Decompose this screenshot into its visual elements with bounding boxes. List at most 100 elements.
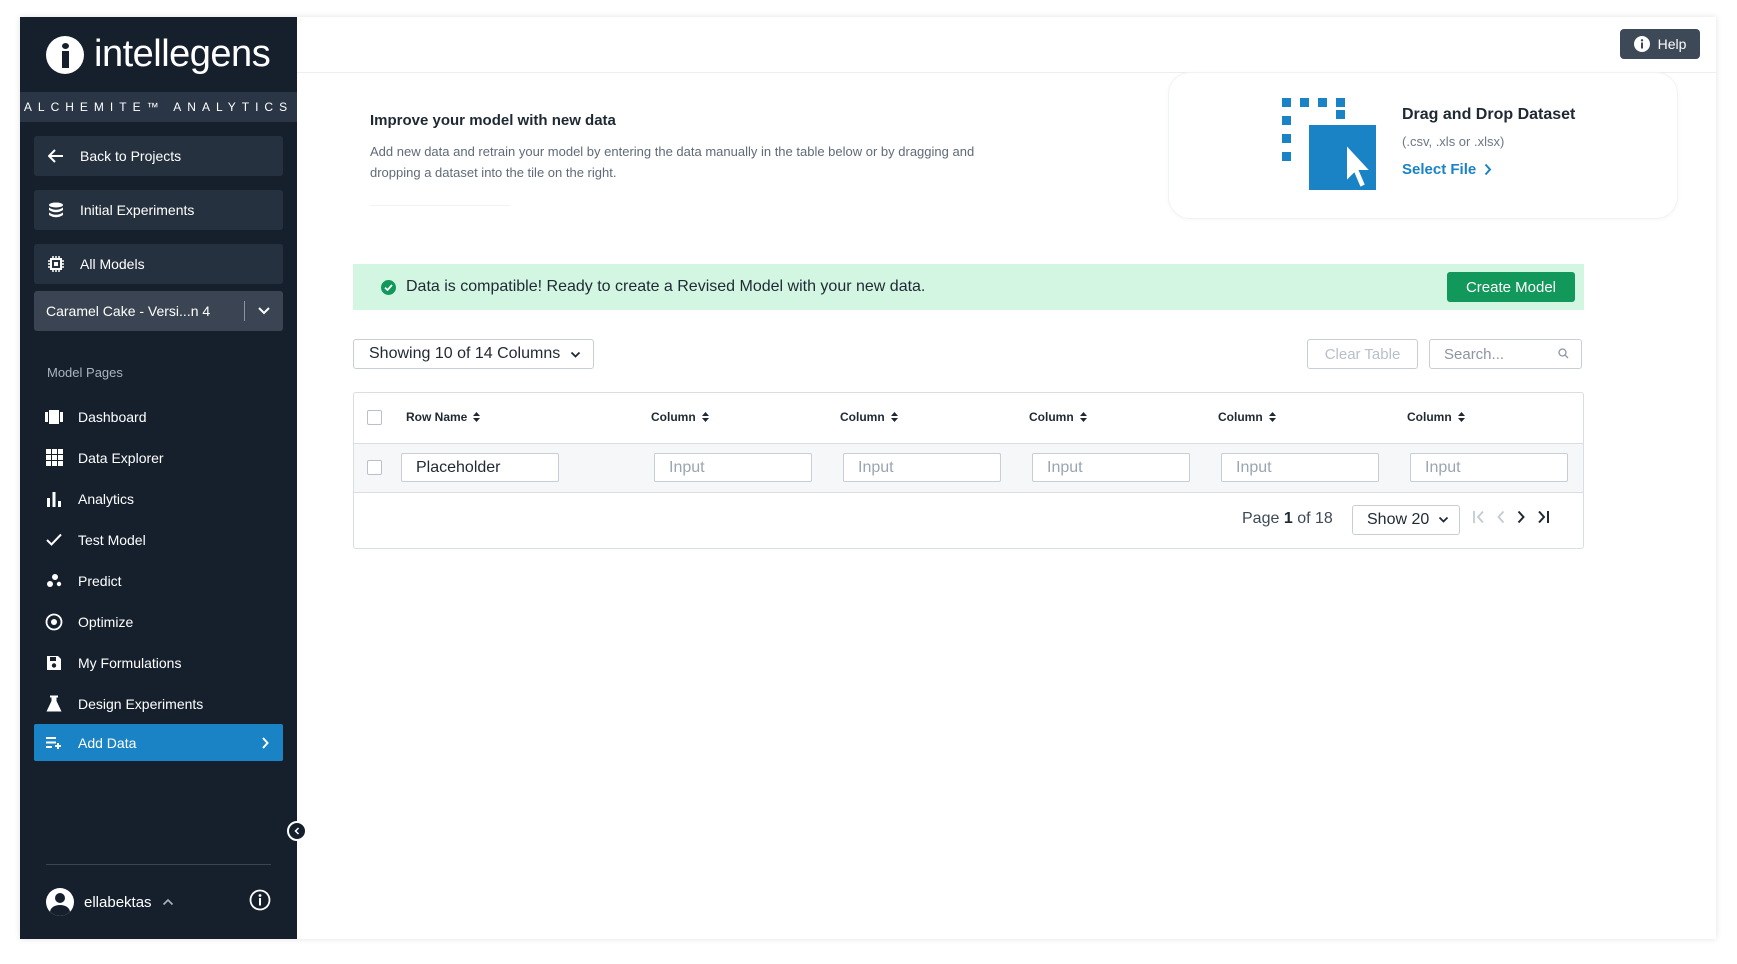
drop-tile-formats: (.csv, .xls or .xlsx)	[1402, 134, 1505, 149]
initial-experiments-button[interactable]: Initial Experiments	[34, 190, 283, 230]
target-icon	[44, 612, 64, 632]
current-page: 1	[1283, 510, 1293, 527]
drag-drop-icon	[1282, 96, 1377, 196]
column-header[interactable]: Column	[651, 410, 709, 424]
table-header: Row Name Column Column Column Column Col…	[354, 393, 1583, 444]
logo: intellegens	[20, 17, 297, 92]
sidebar-item-data-explorer[interactable]: Data Explorer	[20, 437, 297, 478]
cell-input[interactable]: Input	[843, 453, 1001, 482]
bar-chart-icon	[44, 489, 64, 509]
column-header-label: Column	[1029, 410, 1074, 424]
app-window: intellegens ALCHEMITE™ ANALYTICS Back to…	[20, 17, 1716, 939]
pager-controls	[1472, 510, 1550, 524]
cell-input[interactable]: Input	[654, 453, 812, 482]
chevron-right-icon	[261, 736, 269, 752]
alert-message: Data is compatible! Ready to create a Re…	[406, 278, 926, 295]
sort-icon	[1457, 412, 1465, 422]
sort-icon	[473, 412, 481, 422]
page-size-select[interactable]: Show 20	[1352, 505, 1460, 535]
model-pages-menu: Dashboard Data Explorer Analytics Test M…	[20, 396, 297, 761]
column-header[interactable]: Row Name	[406, 410, 481, 424]
sidebar-item-design-experiments[interactable]: Design Experiments	[20, 683, 297, 724]
sort-icon	[1268, 412, 1276, 422]
column-header[interactable]: Column	[1029, 410, 1087, 424]
user-divider	[46, 864, 271, 865]
version-select-value: Caramel Cake - Versi...n 4	[46, 303, 211, 319]
user-menu[interactable]: ellabektas	[46, 887, 271, 917]
compatibility-alert: Data is compatible! Ready to create a Re…	[353, 264, 1584, 310]
last-page-icon[interactable]	[1536, 510, 1550, 524]
data-table: Row Name Column Column Column Column Col…	[353, 392, 1584, 549]
columns-select[interactable]: Showing 10 of 14 Columns	[353, 339, 594, 369]
search-placeholder: Search...	[1444, 345, 1505, 363]
table-row: Placeholder Input Input Input Input Inpu…	[354, 444, 1583, 493]
cell-input[interactable]: Input	[1221, 453, 1379, 482]
intro-title: Improve your model with new data	[370, 112, 616, 129]
save-icon	[44, 653, 64, 673]
column-header-label: Column	[840, 410, 885, 424]
experiments-label: Initial Experiments	[80, 202, 195, 218]
clear-table-button[interactable]: Clear Table	[1307, 339, 1418, 369]
avatar	[46, 888, 74, 916]
drop-tile-title: Drag and Drop Dataset	[1402, 106, 1576, 123]
sidebar-item-my-formulations[interactable]: My Formulations	[20, 642, 297, 683]
first-page-icon[interactable]	[1472, 510, 1486, 524]
chevron-right-icon	[1484, 163, 1492, 176]
sidebar-item-test-model[interactable]: Test Model	[20, 519, 297, 560]
info-icon	[1633, 36, 1650, 52]
select-divider	[244, 301, 245, 321]
add-list-icon	[44, 733, 64, 753]
sidebar: intellegens ALCHEMITE™ ANALYTICS Back to…	[20, 17, 307, 939]
select-all-checkbox[interactable]	[367, 410, 382, 425]
sidebar-item-label: Analytics	[78, 490, 135, 507]
username: ellabektas	[84, 893, 152, 911]
brand-name: intellegens	[94, 33, 271, 75]
help-button[interactable]: Help	[1620, 29, 1700, 59]
sidebar-item-label: Design Experiments	[78, 695, 204, 712]
model-version-select[interactable]: Caramel Cake - Versi...n 4	[34, 291, 283, 331]
select-file-link[interactable]: Select File	[1402, 161, 1492, 178]
check-icon	[44, 530, 64, 550]
drag-and-drop-tile[interactable]: Drag and Drop Dataset (.csv, .xls or .xl…	[1168, 72, 1678, 219]
next-page-icon[interactable]	[1516, 510, 1526, 524]
intro-text: Add new data and retrain your model by e…	[370, 144, 975, 180]
column-header[interactable]: Column	[1218, 410, 1276, 424]
chevron-down-icon	[257, 303, 271, 319]
dashboard-icon	[44, 407, 64, 427]
flask-icon	[44, 694, 64, 714]
brand-subtitle: ALCHEMITE™ ANALYTICS	[20, 92, 297, 122]
table-pagination: Page 1 of 18 Show 20	[354, 493, 1583, 548]
grid-icon	[44, 448, 64, 468]
all-models-button[interactable]: All Models	[34, 244, 283, 284]
search-input[interactable]: Search...	[1429, 339, 1582, 369]
column-header[interactable]: Column	[840, 410, 898, 424]
model-pages-label: Model Pages	[47, 365, 123, 380]
help-label: Help	[1657, 36, 1687, 52]
sidebar-item-label: Dashboard	[78, 408, 147, 425]
sidebar-item-predict[interactable]: Predict	[20, 560, 297, 601]
select-file-label: Select File	[1402, 161, 1477, 178]
page-prefix: Page	[1242, 510, 1280, 527]
main-content: Help Improve your model with new data Ad…	[297, 17, 1716, 939]
search-icon	[1558, 348, 1569, 359]
cell-input[interactable]: Input	[1410, 453, 1568, 482]
prev-page-icon[interactable]	[1496, 510, 1506, 524]
collapse-sidebar-button[interactable]	[287, 821, 307, 841]
column-header-label: Row Name	[406, 410, 468, 424]
sidebar-item-label: Data Explorer	[78, 449, 164, 466]
cell-input[interactable]: Input	[1032, 453, 1190, 482]
sidebar-item-add-data[interactable]: Add Data	[34, 724, 283, 761]
row-name-input[interactable]: Placeholder	[401, 453, 559, 482]
create-model-button[interactable]: Create Model	[1447, 272, 1575, 302]
back-to-projects-button[interactable]: Back to Projects	[34, 136, 283, 176]
sidebar-item-analytics[interactable]: Analytics	[20, 478, 297, 519]
column-header[interactable]: Column	[1407, 410, 1465, 424]
chevron-down-icon	[570, 351, 581, 358]
database-icon	[46, 200, 66, 220]
sidebar-item-label: Optimize	[78, 613, 134, 630]
sidebar-item-dashboard[interactable]: Dashboard	[20, 396, 297, 437]
row-checkbox[interactable]	[367, 460, 382, 475]
chip-icon	[46, 254, 66, 274]
info-icon[interactable]	[249, 889, 271, 915]
sidebar-item-optimize[interactable]: Optimize	[20, 601, 297, 642]
